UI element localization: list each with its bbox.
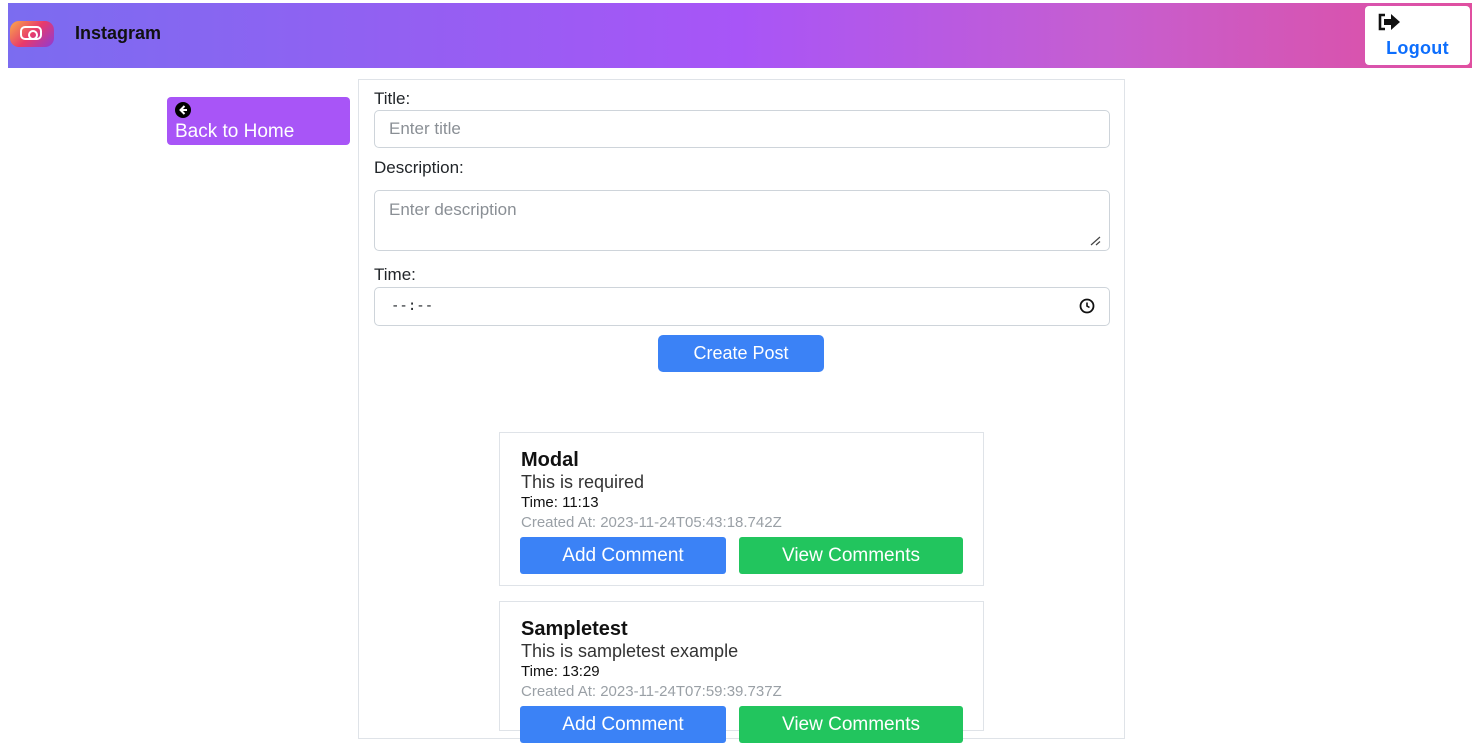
time-label: Time: xyxy=(374,265,416,284)
instagram-logo-icon xyxy=(10,21,54,47)
add-comment-button[interactable]: Add Comment xyxy=(520,537,726,574)
resize-grip-icon[interactable] xyxy=(1089,236,1101,246)
post-title: Modal xyxy=(521,449,579,471)
description-textarea[interactable] xyxy=(374,190,1110,251)
arrow-left-circle-icon xyxy=(175,102,191,118)
view-comments-button[interactable]: View Comments xyxy=(739,706,963,743)
back-to-home-label: Back to Home xyxy=(175,121,295,142)
post-title: Sampletest xyxy=(521,618,628,640)
logout-label: Logout xyxy=(1386,38,1449,58)
post-description: This is sampletest example xyxy=(521,641,739,661)
title-label: Title: xyxy=(374,89,411,108)
clock-icon[interactable] xyxy=(1079,298,1095,314)
back-to-home-button[interactable]: Back to Home xyxy=(167,97,350,145)
navbar: Instagram Logout xyxy=(8,3,1472,68)
post-card: Modal This is required Time: 11:13 Creat… xyxy=(499,432,984,586)
post-created-at: Created At: 2023-11-24T05:43:18.742Z xyxy=(521,514,782,531)
view-comments-button[interactable]: View Comments xyxy=(739,537,963,574)
logout-button[interactable]: Logout xyxy=(1365,6,1470,65)
post-created-at: Created At: 2023-11-24T07:59:39.737Z xyxy=(521,683,782,700)
description-label: Description: xyxy=(374,158,464,177)
brand-name: Instagram xyxy=(75,23,162,43)
title-input[interactable] xyxy=(374,110,1110,148)
logout-icon xyxy=(1378,13,1400,31)
post-card: Sampletest This is sampletest example Ti… xyxy=(499,601,984,743)
post-time: Time: 11:13 xyxy=(521,494,599,511)
create-post-button[interactable]: Create Post xyxy=(658,335,824,372)
time-input-value: --:-- xyxy=(391,298,434,314)
add-comment-button[interactable]: Add Comment xyxy=(520,706,726,743)
post-time: Time: 13:29 xyxy=(521,663,600,680)
post-description: This is required xyxy=(521,472,645,492)
time-input[interactable]: --:-- xyxy=(374,287,1110,326)
